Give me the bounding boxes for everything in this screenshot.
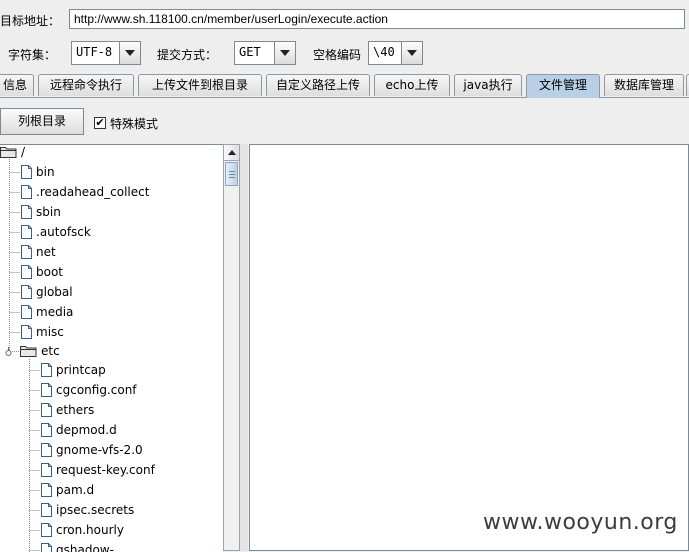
- tab-bar: 信息 远程命令执行 上传文件到根目录 自定义路径上传 echo上传 java执行…: [0, 74, 689, 98]
- tree-label: global: [36, 285, 73, 299]
- tree-node[interactable]: net: [21, 242, 56, 262]
- file-icon: [41, 383, 52, 397]
- tree-label: ipsec.secrets: [56, 503, 135, 517]
- file-icon: [21, 325, 32, 339]
- tree-node[interactable]: pam.d: [41, 480, 94, 500]
- tree-label: gnome-vfs-2.0: [56, 443, 143, 457]
- tree-node[interactable]: cron.hourly: [41, 520, 124, 540]
- file-icon: [41, 363, 52, 377]
- tree-node[interactable]: gshadow-: [41, 540, 114, 552]
- charset-label: 字符集：: [8, 48, 57, 62]
- tree-node[interactable]: ethers: [41, 400, 94, 420]
- tab-info[interactable]: 信息: [0, 74, 34, 96]
- tree-node[interactable]: misc: [21, 322, 64, 342]
- file-icon: [21, 305, 32, 319]
- space-encoding-value: \40: [373, 45, 395, 59]
- space-encoding-select[interactable]: \40: [368, 41, 423, 65]
- file-icon: [21, 245, 32, 259]
- space-encoding-label: 空格编码: [313, 48, 362, 62]
- tree-node[interactable]: depmod.d: [41, 420, 117, 440]
- tree-label: .readahead_collect: [36, 185, 150, 199]
- url-label: 目标地址：: [0, 14, 61, 28]
- tree-node[interactable]: .readahead_collect: [21, 182, 149, 202]
- tree-node[interactable]: bin: [21, 162, 55, 182]
- file-content-pane[interactable]: [249, 144, 689, 551]
- special-mode-label: 特殊模式: [110, 117, 159, 131]
- tree-node[interactable]: printcap: [41, 360, 106, 380]
- file-icon: [41, 423, 52, 437]
- charset-value: UTF-8: [76, 45, 113, 59]
- tree-node[interactable]: gnome-vfs-2.0: [41, 440, 143, 460]
- tree-node[interactable]: sbin: [21, 202, 61, 222]
- file-icon: [41, 463, 52, 477]
- tree-node[interactable]: ipsec.secrets: [41, 500, 134, 520]
- watermark: www.wooyun.org: [483, 510, 678, 535]
- file-icon: [41, 483, 52, 497]
- tree-label: request-key.conf: [56, 463, 155, 477]
- tree-label: etc: [41, 344, 60, 358]
- file-icon: [41, 523, 52, 537]
- tree-label: printcap: [56, 363, 106, 377]
- url-input[interactable]: http://www.sh.118100.cn/member/userLogin…: [69, 9, 685, 29]
- file-icon: [21, 185, 32, 199]
- tab-database-manager[interactable]: 数据库管理: [604, 74, 684, 96]
- tree-node[interactable]: global: [21, 282, 73, 302]
- charset-select[interactable]: UTF-8: [71, 41, 141, 65]
- tab-file-manager[interactable]: 文件管理: [526, 74, 600, 98]
- tree-label: /: [21, 145, 26, 159]
- expand-handle-icon[interactable]: [3, 346, 14, 357]
- folder-open-icon: [20, 346, 37, 357]
- tree-label: bin: [36, 165, 55, 179]
- method-value: GET: [239, 45, 261, 59]
- tree-node-folder[interactable]: etc: [20, 341, 60, 361]
- tree-label: boot: [36, 265, 64, 279]
- special-mode-checkbox[interactable]: ✔: [94, 117, 106, 129]
- tab-remote-command[interactable]: 远程命令执行: [38, 74, 134, 96]
- file-icon: [21, 225, 32, 239]
- file-icon: [21, 285, 32, 299]
- file-icon: [21, 205, 32, 219]
- file-icon: [41, 443, 52, 457]
- tree-node[interactable]: request-key.conf: [41, 460, 155, 480]
- tree-label: cron.hourly: [56, 523, 124, 537]
- tree-label: pam.d: [56, 483, 95, 497]
- list-root-button[interactable]: 列根目录: [0, 108, 84, 135]
- tab-echo-upload[interactable]: echo上传: [374, 74, 450, 96]
- tree-node[interactable]: .autofsck: [21, 222, 91, 242]
- tree-node[interactable]: boot: [21, 262, 63, 282]
- folder-open-icon: [0, 147, 17, 158]
- tree-root[interactable]: /: [0, 145, 26, 162]
- tree-label: .autofsck: [36, 225, 91, 239]
- file-tree[interactable]: / bin .readahead_collect sbin .autofsck …: [0, 144, 223, 552]
- tree-scrollbar[interactable]: [223, 144, 240, 551]
- chevron-down-icon[interactable]: [401, 42, 422, 64]
- tree-node[interactable]: cgconfig.conf: [41, 380, 137, 400]
- tab-upload-root[interactable]: 上传文件到根目录: [138, 74, 262, 96]
- file-icon: [21, 265, 32, 279]
- method-select[interactable]: GET: [234, 41, 296, 65]
- file-icon: [21, 165, 32, 179]
- tree-label: misc: [36, 325, 64, 339]
- tree-label: depmod.d: [56, 423, 117, 437]
- tree-label: net: [36, 245, 56, 259]
- tree-label: ethers: [56, 403, 95, 417]
- method-label: 提交方式：: [157, 48, 218, 62]
- file-icon: [41, 403, 52, 417]
- tree-label: sbin: [36, 205, 61, 219]
- tree-node[interactable]: media: [21, 302, 73, 322]
- file-icon: [41, 503, 52, 517]
- chevron-down-icon[interactable]: [274, 42, 295, 64]
- scroll-thumb[interactable]: [225, 162, 238, 186]
- tree-label: media: [36, 305, 74, 319]
- tab-java-exec[interactable]: java执行: [454, 74, 522, 96]
- split-divider[interactable]: [240, 144, 248, 551]
- tab-custom-path-upload[interactable]: 自定义路径上传: [266, 74, 370, 96]
- scroll-up-icon[interactable]: [224, 145, 239, 161]
- chevron-down-icon[interactable]: [119, 42, 140, 64]
- tree-label: cgconfig.conf: [56, 383, 137, 397]
